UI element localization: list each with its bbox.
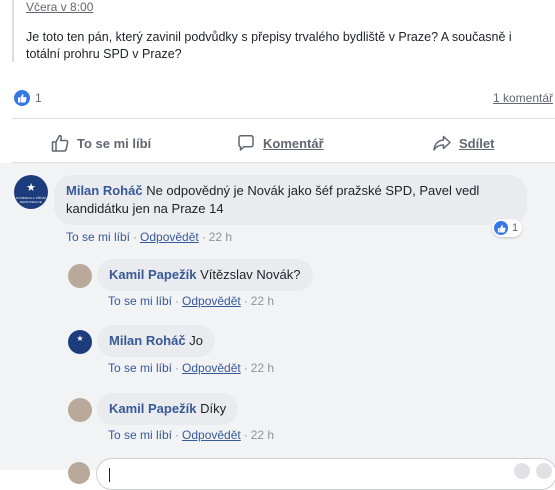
comment-like-link[interactable]: To se mi líbí bbox=[108, 428, 172, 442]
comment-meta: To se mi líbí · Odpovědět · 22 h bbox=[108, 428, 275, 442]
like-button-label: To se mi líbí bbox=[77, 135, 152, 151]
comment-like-link[interactable]: To se mi líbí bbox=[66, 230, 130, 244]
comment-like-link[interactable]: To se mi líbí bbox=[108, 361, 172, 375]
comment-reply-link[interactable]: Odpovědět bbox=[140, 230, 199, 244]
comment-button-label: Komentář bbox=[263, 135, 324, 151]
post-timestamp-link[interactable]: Včera v 8:00 bbox=[26, 0, 93, 14]
comment-author[interactable]: Milan Roháč bbox=[66, 183, 143, 198]
comment-author[interactable]: Kamil Papežík bbox=[109, 267, 196, 282]
like-count[interactable]: 1 bbox=[35, 91, 42, 105]
avatar[interactable] bbox=[68, 398, 92, 422]
quote-rule bbox=[12, 0, 14, 62]
reply-input[interactable] bbox=[96, 458, 555, 490]
share-button-label: Sdílet bbox=[459, 135, 495, 151]
comment-bubble: Milan Roháč Jo bbox=[97, 325, 215, 357]
reactions-summary: 1 1 komentář bbox=[0, 86, 555, 110]
comment-text: Jo bbox=[189, 333, 203, 348]
text-cursor bbox=[109, 468, 110, 482]
post-content: Včera v 8:00 Je toto ten pán, který zavi… bbox=[0, 0, 555, 62]
comment-time[interactable]: 22 h bbox=[209, 230, 232, 244]
speech-bubble-icon bbox=[238, 135, 254, 151]
comment-reaction-count[interactable]: 1 bbox=[492, 219, 523, 237]
avatar bbox=[68, 462, 90, 484]
thumbs-up-icon bbox=[51, 134, 69, 152]
post-actions: To se mi líbí Komentář Sdílet bbox=[0, 124, 555, 162]
like-reaction-icon[interactable] bbox=[14, 90, 30, 106]
emoji-icon[interactable] bbox=[514, 463, 530, 479]
post-text: Je toto ten pán, který zavinil podvůdky … bbox=[26, 30, 512, 61]
comment-time[interactable]: 22 h bbox=[251, 294, 274, 308]
comment-author[interactable]: Milan Roháč bbox=[109, 333, 186, 348]
camera-icon[interactable] bbox=[536, 463, 552, 479]
spd-logo-text: SVOBODA A PŘÍMÁ DEMOKRACIE bbox=[15, 196, 47, 204]
comment-bubble: Milan Roháč Ne odpovědný je Novák jako š… bbox=[54, 175, 527, 225]
like-reaction-icon bbox=[494, 221, 508, 235]
comment-time[interactable]: 22 h bbox=[251, 428, 274, 442]
comment-author[interactable]: Kamil Papežík bbox=[109, 401, 196, 416]
spd-logo-star: ★ bbox=[76, 334, 84, 343]
comment-like-link[interactable]: To se mi líbí bbox=[108, 294, 172, 308]
share-button[interactable]: Sdílet bbox=[432, 124, 494, 162]
avatar[interactable] bbox=[68, 264, 92, 288]
comment-text: Díky bbox=[200, 401, 227, 416]
comment-button[interactable]: Komentář bbox=[236, 124, 324, 162]
comment-meta: To se mi líbí · Odpovědět · 22 h bbox=[108, 294, 275, 308]
comment-meta: To se mi líbí · Odpovědět · 22 h bbox=[108, 361, 275, 375]
like-button[interactable]: To se mi líbí bbox=[50, 124, 151, 162]
comment-bubble: Kamil Papežík Díky bbox=[97, 393, 239, 425]
comment-reply-link[interactable]: Odpovědět bbox=[182, 361, 241, 375]
comment-time[interactable]: 22 h bbox=[251, 361, 274, 375]
comment-text: Vítězslav Novák? bbox=[200, 267, 301, 282]
comment-meta: To se mi líbí · Odpovědět · 22 h bbox=[66, 230, 233, 244]
comment-reply-link[interactable]: Odpovědět bbox=[182, 428, 241, 442]
avatar[interactable]: ★ SVOBODA A PŘÍMÁ DEMOKRACIE bbox=[14, 175, 48, 209]
divider bbox=[12, 118, 555, 119]
reply-input-icons bbox=[514, 463, 552, 479]
spd-logo-star: ★ bbox=[26, 182, 36, 194]
comment-reply-link[interactable]: Odpovědět bbox=[182, 294, 241, 308]
avatar[interactable]: ★ bbox=[68, 330, 92, 354]
comment-count-link[interactable]: 1 komentář bbox=[493, 91, 553, 105]
reaction-count: 1 bbox=[512, 222, 519, 234]
share-arrow-icon bbox=[433, 135, 451, 151]
comment-bubble: Kamil Papežík Vítězslav Novák? bbox=[97, 259, 313, 291]
